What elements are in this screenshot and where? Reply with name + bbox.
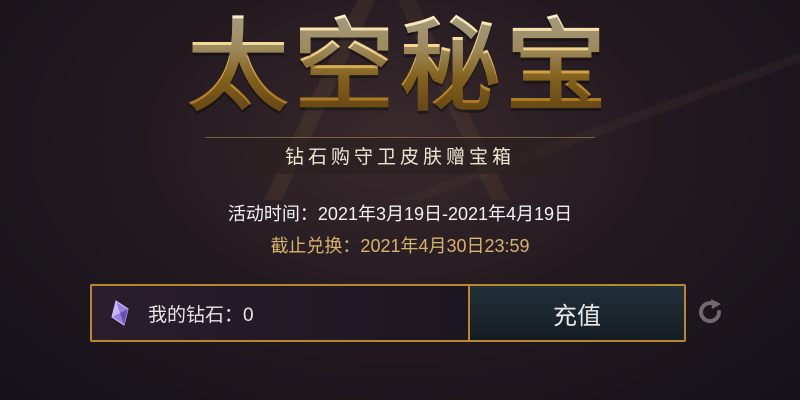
diamond-balance-text: 我的钻石：0 [148,300,254,327]
redeem-deadline: 截止兑换：2021年4月30日23:59 [270,236,530,256]
diamond-balance: 我的钻石：0 [92,286,468,340]
purple-diamond-icon [111,300,129,326]
diamond-balance-label: 我的钻石： [148,304,244,326]
event-title: 太空秘宝 [0,6,800,126]
event-time: 活动时间：2021年3月19日-2021年4月19日 [227,204,573,224]
subtitle-banner: 钻石购守卫皮肤赠宝箱 [205,137,595,174]
diamond-balance-bar: 我的钻石：0 充值 [90,284,686,342]
refresh-icon[interactable] [694,296,726,328]
event-subtitle: 钻石购守卫皮肤赠宝箱 [284,146,515,168]
recharge-button[interactable]: 充值 [468,286,684,340]
diamond-balance-value: 0 [243,304,254,326]
